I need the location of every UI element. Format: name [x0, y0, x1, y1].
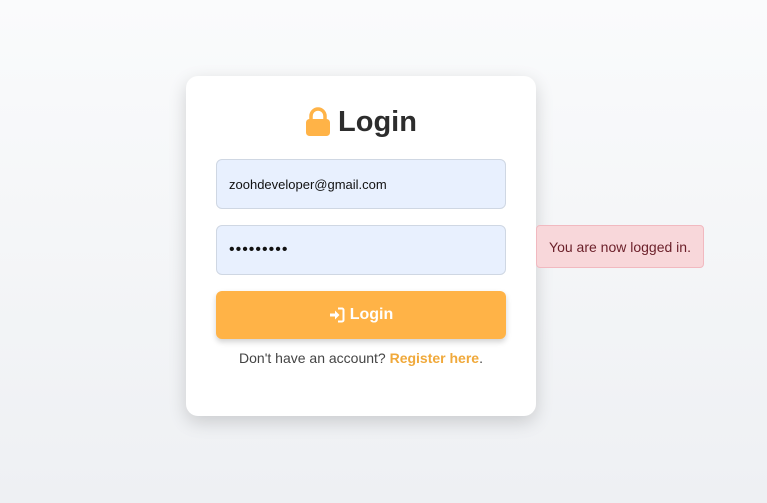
login-card: Login Login Don't have an account? Regis… [186, 76, 536, 416]
password-field[interactable] [216, 225, 506, 275]
login-button-label: Login [349, 306, 394, 323]
login-button[interactable]: Login [216, 291, 506, 339]
success-toast: You are now logged in. [536, 225, 704, 268]
register-link[interactable]: Register here [390, 350, 479, 366]
register-prompt: Don't have an account? Register here. [186, 350, 536, 366]
lock-icon [305, 107, 331, 137]
page-title: Login [338, 106, 417, 138]
sign-in-icon [329, 307, 345, 323]
email-field[interactable] [216, 159, 506, 209]
register-prompt-text: Don't have an account? [239, 350, 390, 366]
login-title: Login [186, 104, 536, 140]
register-suffix: . [479, 350, 483, 366]
toast-message: You are now logged in. [549, 238, 691, 255]
